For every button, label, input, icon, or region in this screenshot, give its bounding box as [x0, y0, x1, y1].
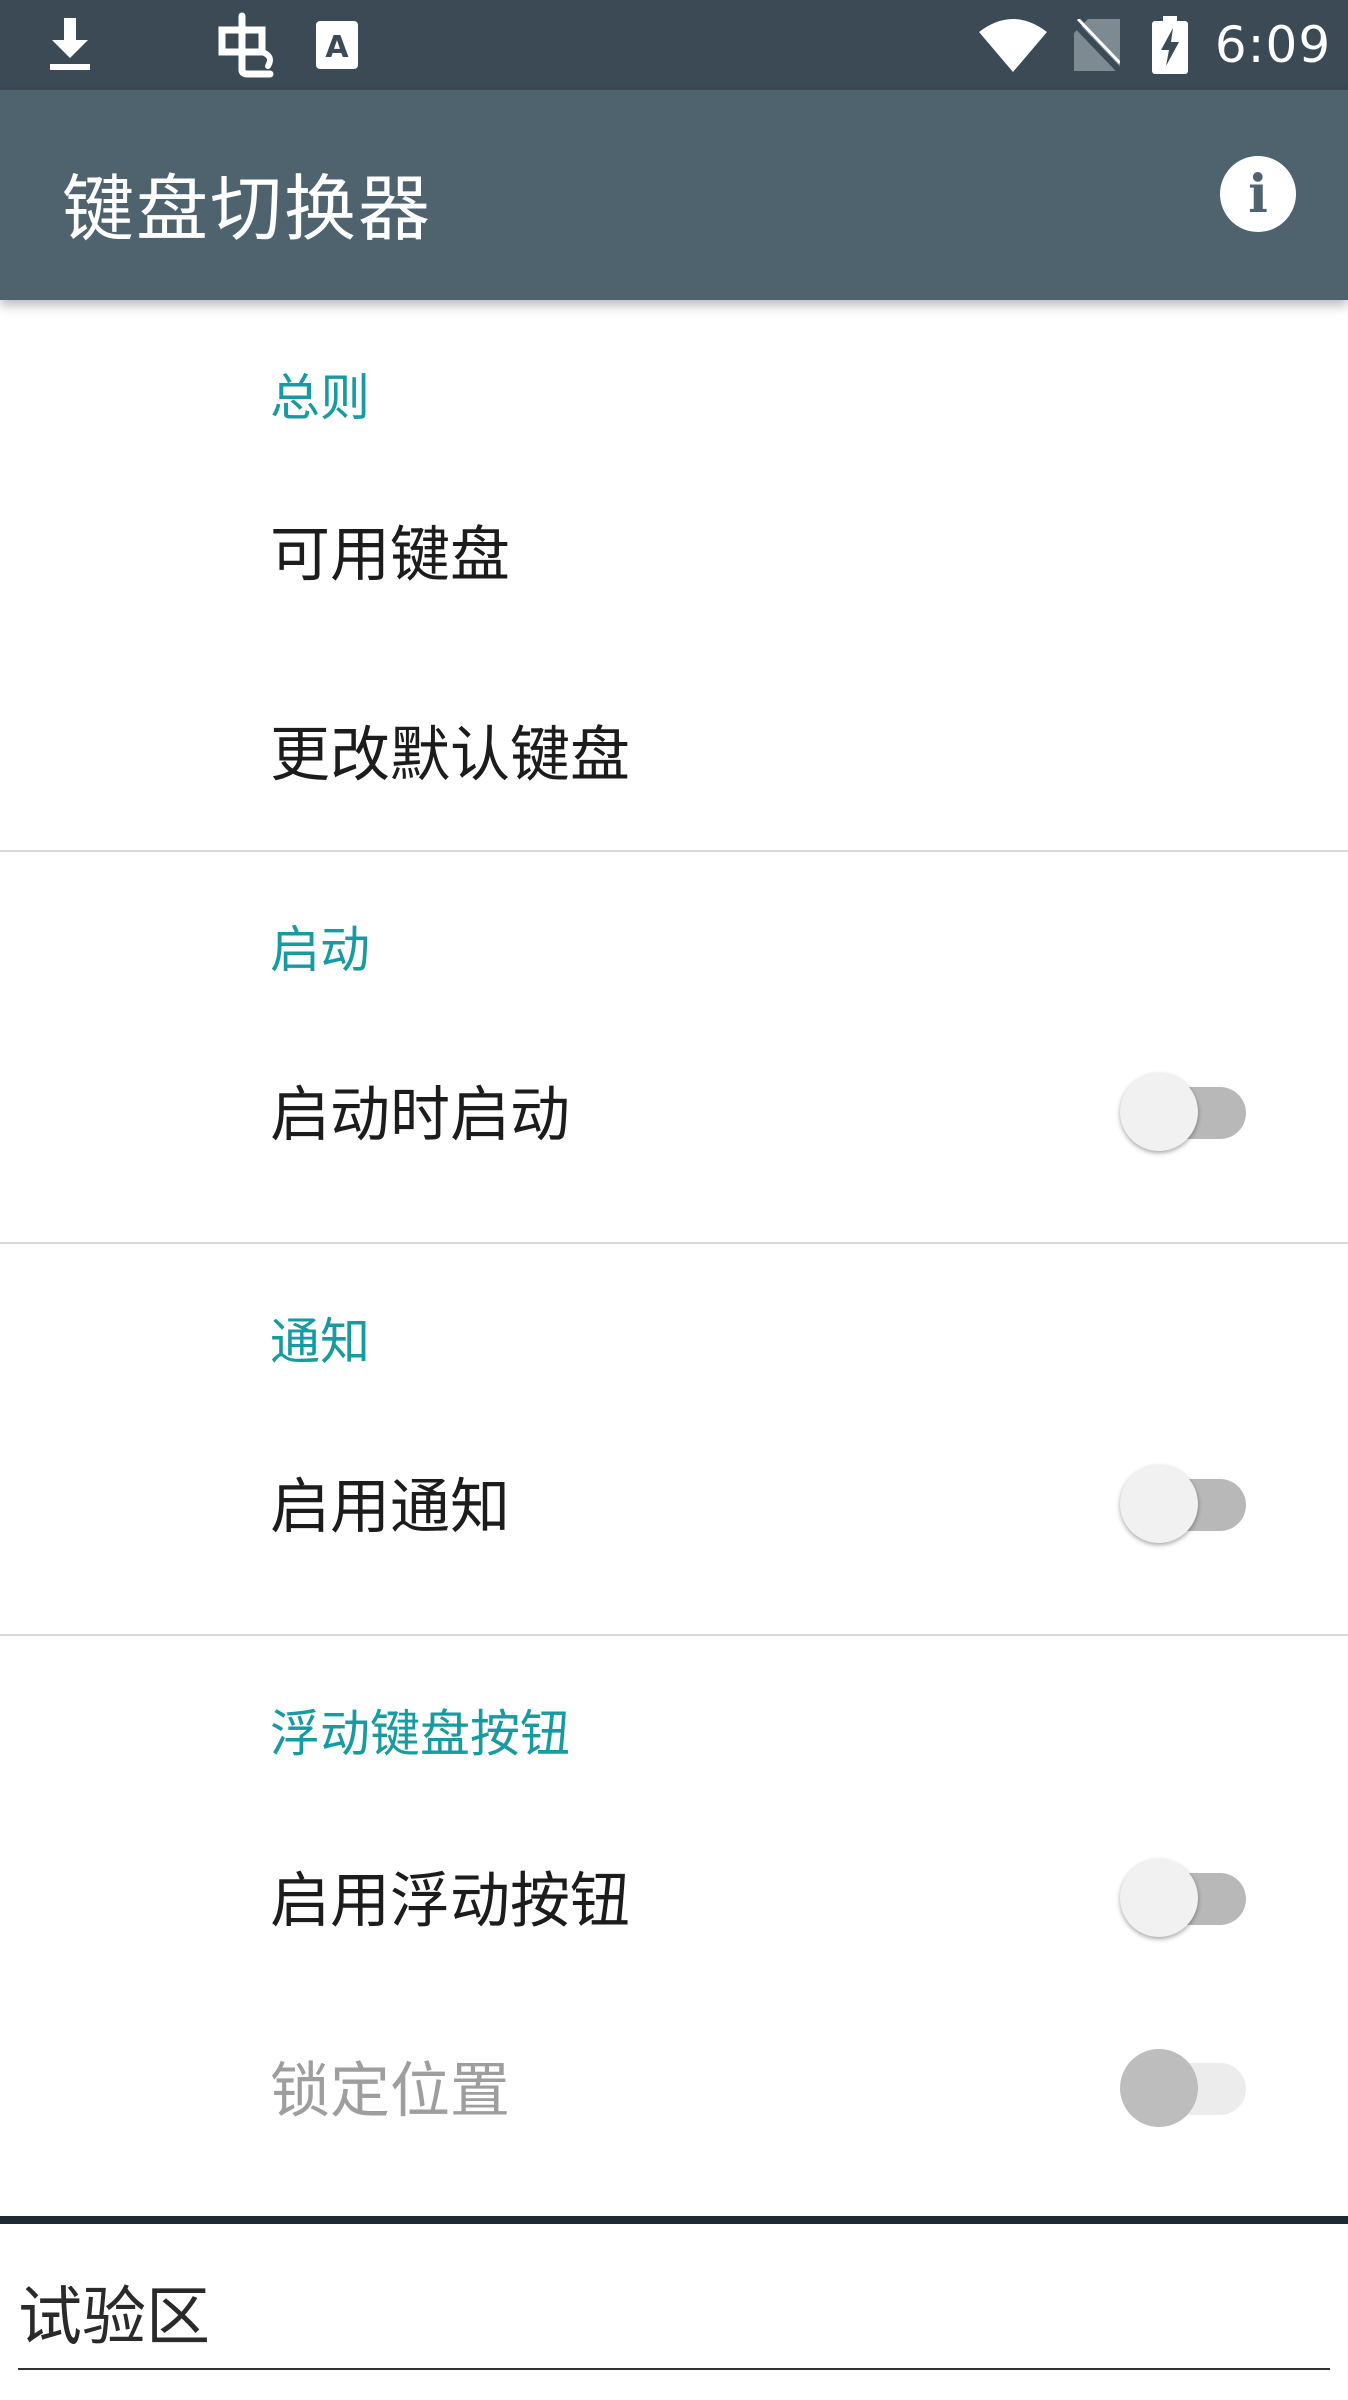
status-bar: A 6:09 — [0, 0, 1348, 90]
section-header-startup: 启动 — [0, 852, 1348, 1002]
section-header-general: 总则 — [0, 300, 1348, 450]
section-notification: 通知 启用通知 — [0, 1244, 1348, 1636]
pref-label: 启用通知 — [270, 1472, 510, 1543]
pref-start-on-boot[interactable]: 启动时启动 — [0, 1002, 1348, 1242]
pref-change-default-keyboard[interactable]: 更改默认键盘 — [0, 650, 1348, 850]
pref-label: 更改默认键盘 — [270, 720, 630, 791]
section-general: 总则 可用键盘 更改默认键盘 — [0, 300, 1348, 852]
test-area-input[interactable] — [18, 2268, 1330, 2370]
section-header-notification: 通知 — [0, 1244, 1348, 1394]
pref-available-keyboards[interactable]: 可用键盘 — [0, 450, 1348, 650]
section-title: 通知 — [270, 1313, 370, 1371]
section-floating-button: 浮动键盘按钮 启用浮动按钮 锁定位置 — [0, 1636, 1348, 2166]
lock-position-toggle — [1120, 2046, 1248, 2127]
app-bar: 键盘切换器 i — [0, 90, 1348, 300]
pref-label: 锁定位置 — [270, 2056, 510, 2127]
app-title: 键盘切换器 — [62, 167, 433, 251]
pref-lock-position: 锁定位置 — [0, 2006, 1348, 2166]
pref-label: 可用键盘 — [270, 520, 510, 591]
toggle-thumb — [1120, 1859, 1198, 1937]
section-title: 总则 — [270, 369, 370, 427]
enable-floating-button-toggle[interactable] — [1120, 1856, 1248, 1937]
section-title: 启动 — [270, 921, 370, 979]
svg-text:A: A — [325, 30, 349, 65]
keyboard-a-icon: A — [312, 0, 362, 90]
toggle-thumb — [1120, 1073, 1198, 1151]
info-icon[interactable]: i — [1220, 156, 1296, 232]
no-sim-icon — [1072, 0, 1122, 90]
test-area — [0, 2216, 1348, 2400]
download-icon — [40, 0, 100, 90]
bug-app-icon — [210, 0, 280, 90]
toggle-thumb — [1120, 1465, 1198, 1543]
toggle-thumb — [1120, 2049, 1198, 2127]
battery-charging-icon — [1150, 0, 1190, 90]
wifi-icon — [978, 0, 1048, 90]
section-header-floating-button: 浮动键盘按钮 — [0, 1636, 1348, 1786]
pref-enable-notification[interactable]: 启用通知 — [0, 1394, 1348, 1634]
section-startup: 启动 启动时启动 — [0, 852, 1348, 1244]
pref-label: 启动时启动 — [270, 1080, 570, 1151]
start-on-boot-toggle[interactable] — [1120, 1070, 1248, 1151]
pref-enable-floating-button[interactable]: 启用浮动按钮 — [0, 1786, 1348, 2006]
enable-notification-toggle[interactable] — [1120, 1462, 1248, 1543]
clock-time: 6:09 — [1214, 16, 1332, 74]
pref-label: 启用浮动按钮 — [270, 1866, 630, 1937]
preferences-list: 总则 可用键盘 更改默认键盘 启动 启动时启动 通知 启用通知 浮动键盘按钮 启… — [0, 300, 1348, 2166]
section-title: 浮动键盘按钮 — [270, 1705, 570, 1763]
